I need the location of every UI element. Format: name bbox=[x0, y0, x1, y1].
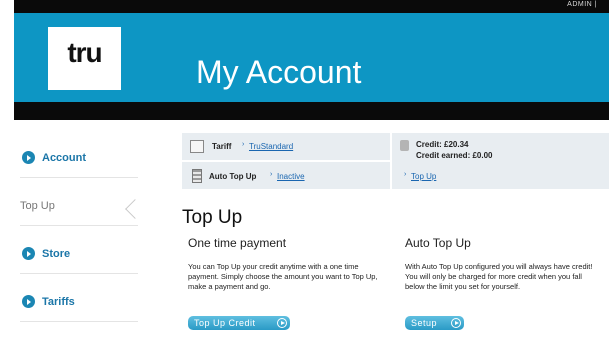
auto-top-up-text: With Auto Top Up configured you will alw… bbox=[405, 262, 593, 291]
credit-value: Credit: £20.34 bbox=[416, 140, 469, 149]
bullet-icon: › bbox=[404, 171, 407, 178]
sidebar-item-label: Account bbox=[42, 152, 86, 164]
header-banner: tru My Account bbox=[14, 13, 609, 102]
circle-arrow-icon bbox=[22, 295, 35, 308]
sidebar-item-store[interactable]: Store bbox=[14, 226, 150, 274]
document-icon bbox=[190, 140, 204, 153]
auto-topup-row: Auto Top Up › Inactive bbox=[182, 162, 390, 189]
logo[interactable]: tru bbox=[48, 27, 121, 90]
tariff-label: Tariff bbox=[212, 142, 232, 151]
button-label: Setup bbox=[411, 318, 438, 328]
sidebar-item-top-up[interactable]: Top Up bbox=[14, 178, 150, 226]
auto-topup-status-link[interactable]: Inactive bbox=[277, 172, 305, 181]
logo-text: tru bbox=[67, 37, 102, 68]
account-info-panel: Tariff › TruStandard Auto Top Up › Inact… bbox=[182, 133, 609, 189]
calculator-icon bbox=[192, 169, 202, 183]
sidebar-item-label: Store bbox=[42, 248, 71, 260]
auto-topup-label: Auto Top Up bbox=[209, 172, 257, 181]
tariff-row: Tariff › TruStandard bbox=[182, 133, 390, 160]
circle-arrow-icon bbox=[22, 247, 35, 260]
section-title: Top Up bbox=[182, 207, 243, 228]
credit-icon bbox=[400, 140, 409, 151]
bullet-icon: › bbox=[270, 171, 273, 178]
credit-box: Credit: £20.34 Credit earned: £0.00 › To… bbox=[392, 133, 609, 189]
sidebar-item-tariffs[interactable]: Tariffs bbox=[14, 274, 150, 322]
sidebar-item-label: Tariffs bbox=[42, 296, 75, 308]
sidebar-nav: Account Top Up Store Tariffs bbox=[14, 130, 150, 338]
bullet-icon: › bbox=[242, 141, 245, 148]
one-time-payment-title: One time payment bbox=[188, 236, 287, 250]
button-label: Top Up Credit bbox=[194, 318, 256, 328]
sub-bar bbox=[14, 102, 609, 120]
top-bar: ADMIN | bbox=[14, 0, 609, 13]
setup-button[interactable]: Setup bbox=[405, 316, 464, 330]
page-title: My Account bbox=[196, 54, 362, 90]
top-up-link[interactable]: Top Up bbox=[411, 172, 436, 181]
sidebar-item-account[interactable]: Account bbox=[14, 130, 150, 178]
sidebar-item-label: Top Up bbox=[20, 200, 55, 212]
tariff-link[interactable]: TruStandard bbox=[249, 142, 293, 151]
circle-arrow-icon bbox=[22, 151, 35, 164]
one-time-payment-text: You can Top Up your credit anytime with … bbox=[188, 262, 378, 291]
divider bbox=[20, 321, 138, 322]
arrow-right-icon bbox=[277, 318, 287, 328]
arrow-right-icon bbox=[451, 318, 461, 328]
top-up-credit-button[interactable]: Top Up Credit bbox=[188, 316, 290, 330]
credit-earned-value: Credit earned: £0.00 bbox=[416, 151, 493, 160]
auto-top-up-title: Auto Top Up bbox=[405, 236, 471, 250]
admin-link[interactable]: ADMIN | bbox=[567, 1, 597, 8]
